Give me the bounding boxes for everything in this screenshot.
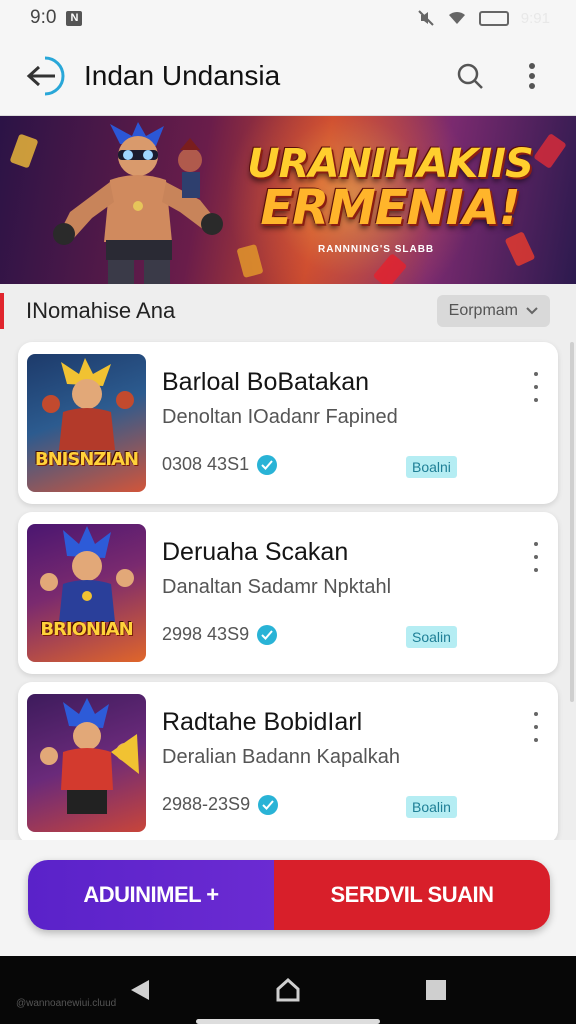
sort-dropdown-label: Eorpmam [448, 302, 518, 319]
item-meta-text: 2988-23S9 [162, 794, 251, 814]
item-meta: 2988-23S9 [162, 794, 279, 815]
home-icon [276, 977, 300, 1002]
item-more-icon[interactable] [528, 372, 544, 402]
promo-banner[interactable]: URANIHAKIIS ERMENIA! RANNNING'S SLABB [0, 116, 576, 284]
verified-check-icon [258, 794, 279, 815]
thumbnail-character [40, 698, 139, 814]
banner-confetti [504, 231, 536, 267]
item-meta: 0308 43S1 [162, 454, 278, 475]
app-bar: Indan Undansia [0, 36, 576, 116]
thumbnail-logo: BNISNZIAN [34, 449, 139, 470]
scrollbar[interactable] [570, 342, 574, 702]
arrow-left-icon [26, 56, 65, 95]
item-thumbnail [27, 694, 146, 832]
banner-title-line2: ERMENIA! [260, 180, 520, 236]
item-title: Deruaha Scakan [162, 538, 349, 566]
battery-icon [478, 10, 509, 26]
sort-dropdown[interactable]: Eorpmam [436, 295, 550, 327]
banner-title-line1: URANIHAKIIS [247, 141, 534, 187]
search-icon [457, 63, 483, 89]
thumbnail-character [40, 526, 134, 622]
banner-title: URANIHAKIIS ERMENIA! [210, 144, 570, 232]
item-meta-text: 0308 43S1 [162, 454, 250, 474]
item-tag[interactable]: Boalni [406, 456, 457, 478]
section-title: INomahise Ana [26, 298, 176, 323]
list-item[interactable]: Radtahe BobidIarl Deralian Badann Kapalk… [18, 682, 558, 844]
search-button[interactable] [448, 54, 492, 98]
notification-icon: N [66, 10, 83, 26]
status-left: 9:0 N [30, 7, 83, 29]
primary-action-button[interactable]: ADUINIMEL + [28, 860, 274, 930]
verified-check-icon [257, 454, 278, 475]
back-button[interactable] [22, 53, 68, 99]
banner-subtitle: RANNNING'S SLABB [318, 244, 435, 255]
verified-check-icon [257, 624, 278, 645]
nav-back-button[interactable] [122, 972, 158, 1008]
thumbnail-character [42, 358, 134, 450]
more-vert-icon [529, 62, 535, 89]
item-subtitle: Denoltan IOadanr Fapined [162, 406, 398, 428]
thumbnail-logo: BRIONIAN [40, 619, 133, 640]
status-right: 9:91 [417, 9, 550, 27]
item-subtitle: Deralian Badann Kapalkah [162, 746, 400, 768]
item-thumbnail: BRIONIAN [27, 524, 146, 662]
nav-recent-button[interactable] [418, 972, 454, 1008]
item-tag[interactable]: Soalin [406, 626, 457, 648]
item-subtitle: Danaltan Sadamr Npktahl [162, 576, 392, 598]
nav-home-button[interactable] [270, 972, 306, 1008]
triangle-back-icon [131, 980, 149, 1000]
hero-character-illustration [53, 122, 223, 284]
page-title: Indan Undansia [84, 59, 281, 91]
secondary-action-button[interactable]: SERDVIL SUAIN [274, 860, 550, 930]
item-meta-text: 2998 43S9 [162, 624, 250, 644]
section-header: INomahise Ana Eorpmam [0, 284, 576, 338]
item-tag[interactable]: Boalin [406, 796, 457, 818]
item-meta: 2998 43S9 [162, 624, 278, 645]
item-more-icon[interactable] [528, 712, 544, 742]
banner-confetti [9, 133, 39, 169]
section-accent-bar [0, 293, 4, 329]
system-nav-bar [0, 956, 576, 1024]
wifi-icon [448, 11, 465, 24]
status-right-text: 9:91 [520, 9, 550, 27]
list-item[interactable]: BNISNZIAN Barloal BoBatakan Denoltan IOa… [18, 342, 558, 504]
item-thumbnail: BNISNZIAN [27, 354, 146, 492]
status-bar: 9:0 N 9:91 [0, 0, 576, 36]
status-time: 9:0 [30, 7, 57, 28]
watermark-text: @wannoanewiui.cluud [16, 998, 117, 1009]
item-title: Barloal BoBatakan [162, 368, 370, 396]
gesture-handle[interactable] [196, 1019, 380, 1024]
list-item[interactable]: BRIONIAN Deruaha Scakan Danaltan Sadamr … [18, 512, 558, 674]
mute-icon [418, 10, 434, 26]
item-more-icon[interactable] [528, 542, 544, 572]
bottom-action-bar: ADUINIMEL + SERDVIL SUAIN [28, 860, 550, 930]
overflow-menu-button[interactable] [510, 54, 554, 98]
chevron-down-icon [526, 307, 538, 315]
item-title: Radtahe BobidIarl [162, 708, 363, 736]
square-recent-icon [426, 980, 446, 1000]
